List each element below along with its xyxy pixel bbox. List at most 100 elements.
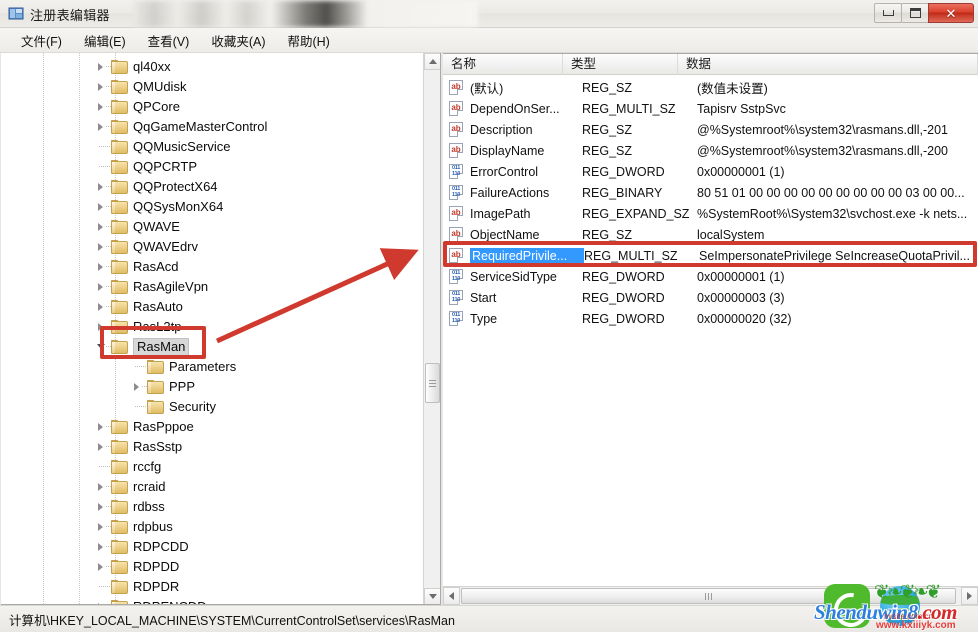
value-name: ImagePath <box>470 206 531 221</box>
tree-item-rdpbus[interactable]: rdpbus <box>95 517 173 537</box>
tree-item-qqprotectx64[interactable]: QQProtectX64 <box>95 177 218 197</box>
folder-icon <box>111 420 128 434</box>
folder-icon <box>111 80 128 94</box>
chevron-right-icon[interactable] <box>95 197 112 217</box>
value-type: REG_DWORD <box>582 290 665 305</box>
chevron-right-icon[interactable] <box>95 417 112 437</box>
value-row[interactable]: ab (默认) REG_SZ (数值未设置) <box>443 77 978 98</box>
chevron-right-icon[interactable] <box>95 117 112 137</box>
value-list-rows[interactable]: ab (默认) REG_SZ (数值未设置) ab DependOnSer... REG_M… <box>443 75 978 585</box>
tree-item-qwavedrv[interactable]: QWAVEdrv <box>95 237 198 257</box>
tree-item-qwave[interactable]: QWAVE <box>95 217 180 237</box>
tree-item-qqgamemastercontrol[interactable]: QqGameMasterControl <box>95 117 267 137</box>
chevron-right-icon[interactable] <box>95 477 112 497</box>
tree-item-rasagilevpn[interactable]: RasAgileVpn <box>95 277 208 297</box>
tree-item-label: QQMusicService <box>133 139 231 154</box>
string-value-icon: ab <box>448 80 464 95</box>
chevron-right-icon[interactable] <box>95 297 112 317</box>
tree-item-ppp[interactable]: PPP <box>131 377 195 397</box>
column-header-type[interactable]: 类型 <box>563 54 678 75</box>
tree-item-security[interactable]: Security <box>131 397 216 417</box>
value-row[interactable]: 011 110 Start REG_DWORD 0x00000003 (3) <box>443 287 978 308</box>
tree-item-rdbss[interactable]: rdbss <box>95 497 165 517</box>
value-row[interactable]: 011 110 ServiceSidType REG_DWORD 0x00000001 … <box>443 266 978 287</box>
minimize-button[interactable] <box>874 3 902 23</box>
tree-item-label: RasMan <box>133 338 190 356</box>
value-row[interactable]: ab DependOnSer... REG_MULTI_SZ Tapisrv Sstp… <box>443 98 978 119</box>
tree-item-rasman[interactable]: RasMan <box>95 337 190 357</box>
value-type: REG_MULTI_SZ <box>584 248 678 263</box>
chevron-right-icon[interactable] <box>131 377 148 397</box>
chevron-right-icon[interactable] <box>95 177 112 197</box>
tree-item-parameters[interactable]: Parameters <box>131 357 236 377</box>
registry-tree[interactable]: ql40xx QMUdisk QPCore QqGameMasterControl QQ… <box>1 53 424 604</box>
chevron-right-icon[interactable] <box>95 97 112 117</box>
tree-item-rcraid[interactable]: rcraid <box>95 477 166 497</box>
tree-item-rasl2tp[interactable]: RasL2tp <box>95 317 181 337</box>
value-row[interactable]: 011 110 ErrorControl REG_DWORD 0x00000001 (1… <box>443 161 978 182</box>
value-row[interactable]: ab DisplayName REG_SZ @%Systemroot%\system3… <box>443 140 978 161</box>
value-row[interactable]: ab Description REG_SZ @%Systemroot%\system3… <box>443 119 978 140</box>
string-value-icon: ab <box>448 122 464 137</box>
menu-item-view[interactable]: 查看(V) <box>137 28 201 53</box>
tree-item-rdpcdd[interactable]: RDPCDD <box>95 537 189 557</box>
registry-path-text: 计算机\HKEY_LOCAL_MACHINE\SYSTEM\CurrentCon… <box>9 613 455 628</box>
menu-item-file[interactable]: 文件(F) <box>10 28 73 53</box>
tree-item-raspppoe[interactable]: RasPppoe <box>95 417 194 437</box>
chevron-right-icon[interactable] <box>95 257 112 277</box>
maximize-button[interactable] <box>901 3 929 23</box>
tree-item-qqmusicservice[interactable]: QQMusicService <box>95 137 231 157</box>
tree-item-qmudisk[interactable]: QMUdisk <box>95 77 186 97</box>
tree-item-rdpencdd[interactable]: RDPENCDD <box>95 597 207 604</box>
tree-item-ql40xx[interactable]: ql40xx <box>95 57 171 77</box>
value-row[interactable]: 011 110 Type REG_DWORD 0x00000020 (32) <box>443 308 978 329</box>
chevron-right-icon[interactable] <box>95 597 111 604</box>
tree-leaf-connector <box>95 137 112 157</box>
column-header-name[interactable]: 名称 <box>443 54 563 75</box>
menu-item-help[interactable]: 帮助(H) <box>276 28 340 53</box>
value-type: REG_SZ <box>582 143 633 158</box>
chevron-right-icon[interactable] <box>95 497 112 517</box>
scroll-up-button[interactable] <box>424 53 440 70</box>
chevron-right-icon[interactable] <box>95 437 112 457</box>
value-row[interactable]: ab RequiredPrivile... REG_MULTI_SZ SeImpers… <box>443 245 978 266</box>
tree-item-rasacd[interactable]: RasAcd <box>95 257 179 277</box>
chevron-right-icon[interactable] <box>95 57 112 77</box>
menu-item-edit[interactable]: 编辑(E) <box>73 28 137 53</box>
menu-item-favorites[interactable]: 收藏夹(A) <box>200 28 276 53</box>
chevron-right-icon[interactable] <box>95 77 112 97</box>
tree-item-label: PPP <box>169 379 196 394</box>
chevron-right-icon[interactable] <box>95 317 112 337</box>
folder-icon <box>111 500 128 514</box>
chevron-right-icon[interactable] <box>95 517 112 537</box>
close-button[interactable]: ✕ <box>928 3 974 23</box>
tree-item-qqsysmonx64[interactable]: QQSysMonX64 <box>95 197 223 217</box>
value-name: (默认) <box>470 82 504 96</box>
chevron-right-icon[interactable] <box>95 537 112 557</box>
tree-item-rassstp[interactable]: RasSstp <box>95 437 182 457</box>
tree-item-qqpcrtp[interactable]: QQPCRTP <box>95 157 197 177</box>
tree-scroll-thumb[interactable] <box>425 363 440 403</box>
tree-item-rccfg[interactable]: rccfg <box>95 457 161 477</box>
folder-icon <box>111 120 128 134</box>
value-type: REG_SZ <box>582 80 633 95</box>
chevron-right-icon[interactable] <box>95 277 112 297</box>
menu-bar: 文件(F) 编辑(E) 查看(V) 收藏夹(A) 帮助(H) <box>0 28 978 53</box>
tree-vertical-scrollbar[interactable] <box>423 53 440 604</box>
tree-item-rasauto[interactable]: RasAuto <box>95 297 183 317</box>
tree-item-qpcore[interactable]: QPCore <box>95 97 180 117</box>
chevron-right-icon[interactable] <box>95 557 112 577</box>
value-row[interactable]: ab ObjectName REG_SZ localSystem <box>443 224 978 245</box>
value-list-panel[interactable]: 名称 类型 数据 ab (默认) REG_SZ (数值未设置) ab DependOnSe… <box>443 53 978 605</box>
registry-tree-panel[interactable]: ql40xx QMUdisk QPCore QqGameMasterControl QQ… <box>1 53 441 605</box>
scroll-down-button[interactable] <box>424 588 440 604</box>
chevron-down-icon[interactable] <box>95 337 112 357</box>
scroll-left-button[interactable] <box>443 587 460 605</box>
value-row[interactable]: 011 110 FailureActions REG_BINARY 80 51 01 0… <box>443 182 978 203</box>
column-header-data[interactable]: 数据 <box>678 54 978 75</box>
tree-item-rdpdr[interactable]: RDPDR <box>95 577 179 597</box>
tree-item-rdpdd[interactable]: RDPDD <box>95 557 179 577</box>
chevron-right-icon[interactable] <box>95 217 112 237</box>
value-row[interactable]: ab ImagePath REG_EXPAND_SZ %SystemRoot%\Sys… <box>443 203 978 224</box>
chevron-right-icon[interactable] <box>95 237 112 257</box>
